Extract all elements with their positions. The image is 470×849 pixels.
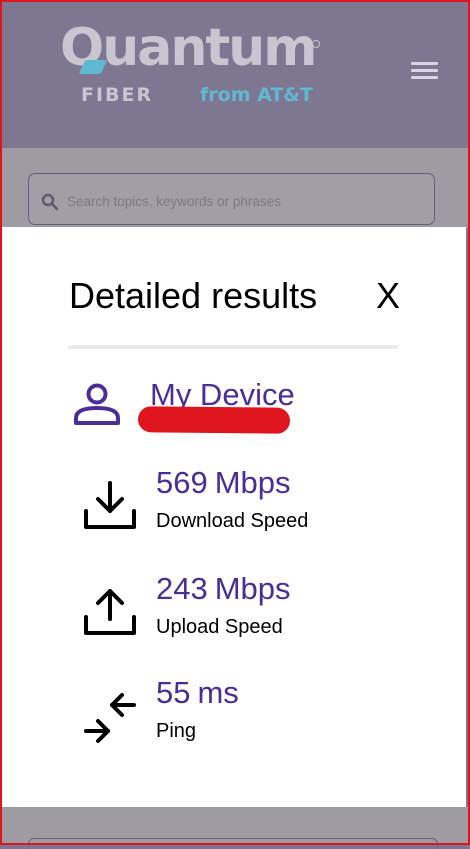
site-header: Quantum FIBER from AT&T [0,0,470,148]
search-input[interactable]: Search topics, keywords or phrases [28,173,435,225]
ping-label: Ping [156,720,197,742]
menu-icon[interactable] [411,62,438,80]
logo-fiber: FIBER [81,84,154,106]
ping-value: 55 ms [156,675,239,710]
download-label: Download Speed [156,510,309,532]
bottom-field-edge [28,838,438,849]
trademark-mark [312,40,320,48]
redaction-mark [137,406,291,434]
upload-value: 243 Mbps [156,571,291,606]
upload-icon [84,589,136,635]
download-value: 569 Mbps [156,465,291,500]
upload-label: Upload Speed [156,616,283,638]
divider [68,345,398,349]
detailed-results-modal: Detailed results X My Device 569 Mbps Dow… [2,227,466,807]
search-icon [41,193,59,211]
metric-ping: 55 ms Ping [80,675,410,757]
ping-arrows-icon [84,693,136,743]
user-icon [74,383,120,425]
download-icon [84,481,136,529]
search-placeholder: Search topics, keywords or phrases [67,194,281,209]
quantum-fiber-logo[interactable]: Quantum FIBER from AT&T [60,22,330,112]
modal-title: Detailed results [69,275,318,316]
logo-from-att: from AT&T [200,84,313,106]
metric-download: 569 Mbps Download Speed [80,465,410,547]
metric-upload: 243 Mbps Upload Speed [80,571,410,653]
close-button[interactable]: X [376,275,400,317]
